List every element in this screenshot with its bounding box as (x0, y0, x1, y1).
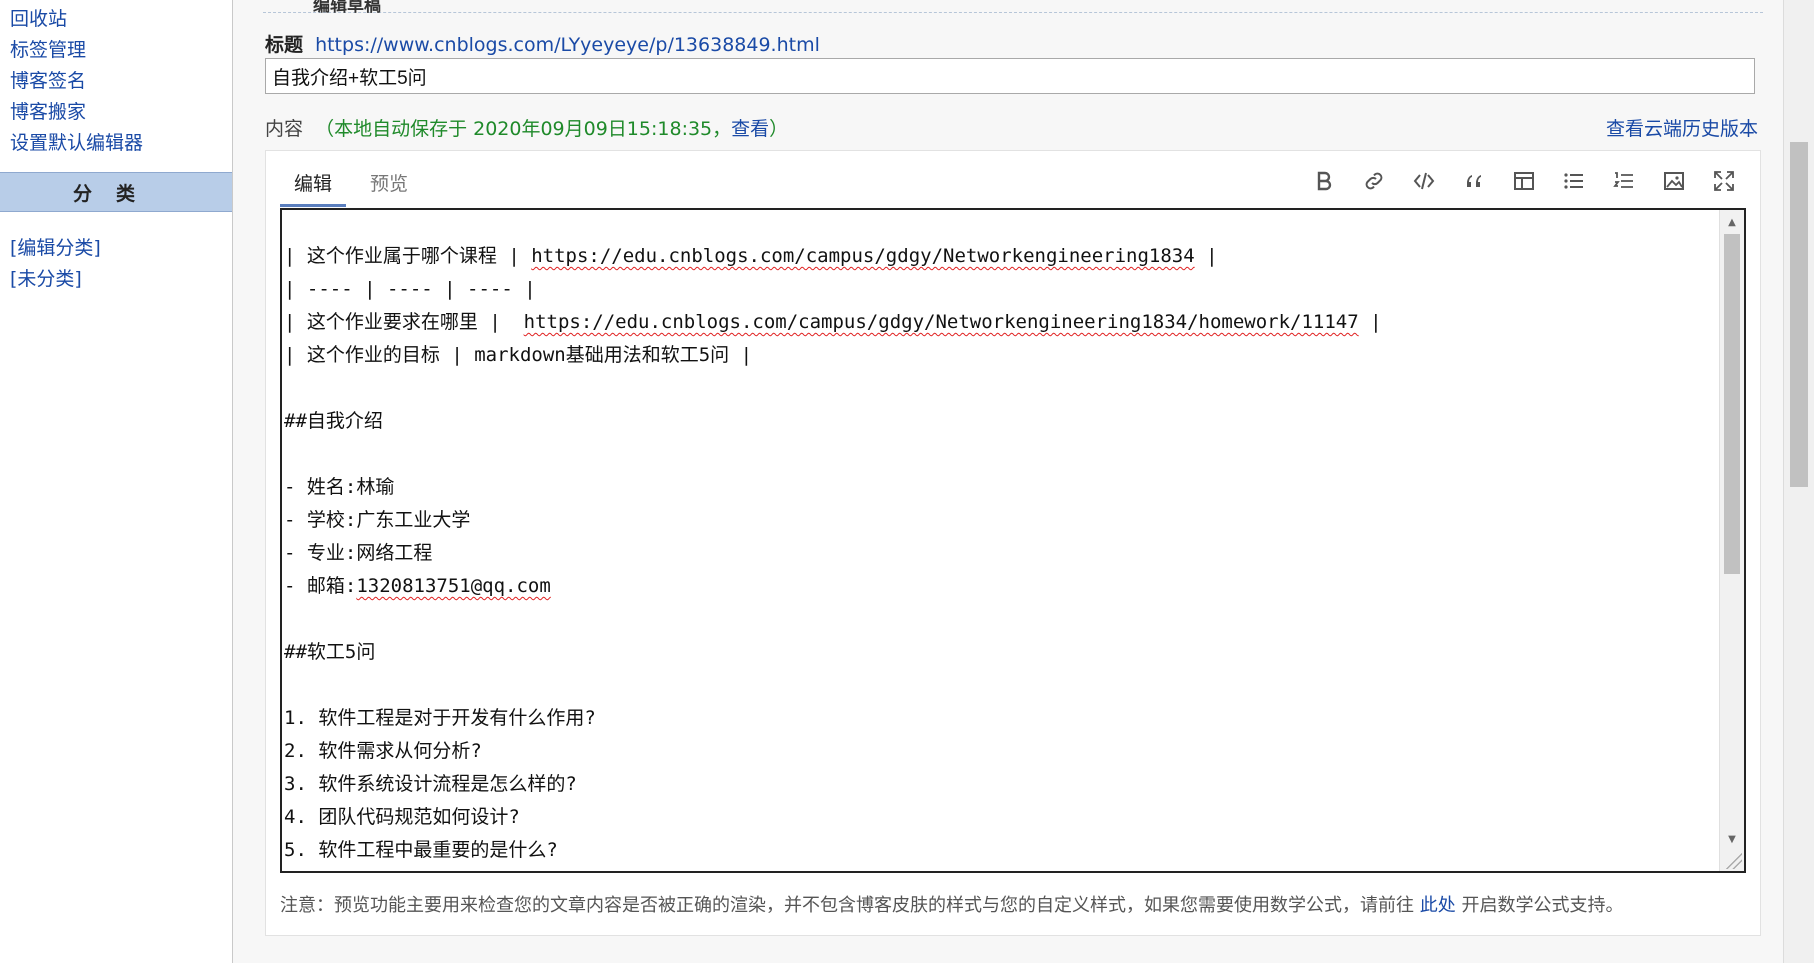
title-label: 标题 (265, 34, 304, 56)
md-line: 5. 软件工程中最重要的是什么? (284, 839, 558, 861)
md-line: - 专业:网络工程 (284, 542, 433, 564)
resize-grip-icon[interactable] (1726, 853, 1742, 869)
editor-toolbar (1310, 167, 1738, 195)
link-icon[interactable] (1360, 167, 1388, 195)
main-area: 编辑草稿 标题 https://www.cnblogs.com/LYyeyeye… (233, 0, 1784, 963)
scroll-down-icon[interactable]: ▼ (1720, 829, 1744, 849)
window-scroll-thumb[interactable] (1790, 142, 1808, 487)
title-input[interactable] (265, 58, 1755, 94)
markdown-editor: 编辑 预览 | 这个作业属于哪个课程 | https://edu.cnblogs… (265, 150, 1761, 936)
sidebar-link-recycle-bin[interactable]: 回收站 (10, 4, 67, 31)
image-icon[interactable] (1660, 167, 1688, 195)
preview-note: 注意：预览功能主要用来检查您的文章内容是否被正确的渲染，并不包含博客皮肤的样式与… (280, 891, 1623, 917)
bold-icon[interactable] (1310, 167, 1338, 195)
md-line: ##软工5问 (284, 641, 376, 663)
md-line: 2. 软件需求从何分析? (284, 740, 482, 762)
editor-scrollbar[interactable]: ▲ ▼ (1719, 210, 1744, 871)
md-line: | ---- | ---- | ---- | (284, 278, 536, 300)
bullet-list-icon[interactable] (1560, 167, 1588, 195)
markdown-textarea[interactable]: | 这个作业属于哪个课程 | https://edu.cnblogs.com/c… (280, 208, 1746, 873)
section-heading: 编辑草稿 (313, 0, 381, 16)
section-divider: 编辑草稿 (263, 0, 1763, 16)
note-suffix: 开启数学公式支持。 (1455, 895, 1624, 916)
md-line: 1. 软件工程是对于开发有什么作用? (284, 707, 596, 729)
math-settings-link[interactable]: 此处 (1420, 895, 1456, 916)
md-line: 4. 团队代码规范如何设计? (284, 806, 520, 828)
sidebar-link-tag-management[interactable]: 标签管理 (10, 35, 86, 62)
note-text: 注意：预览功能主要用来检查您的文章内容是否被正确的渲染，并不包含博客皮肤的样式与… (280, 895, 1420, 916)
md-line: ##自我介绍 (284, 410, 383, 432)
md-line (284, 669, 1718, 702)
md-line: | 这个作业要求在哪里 | https://edu.cnblogs.com/ca… (284, 311, 1382, 333)
md-line (284, 603, 1718, 636)
md-line: - 姓名:林瑜 (284, 476, 395, 498)
content-row: 内容 （本地自动保存于 2020年09月09日15:18:35，查看） (265, 114, 788, 141)
sidebar-link-default-editor[interactable]: 设置默认编辑器 (10, 128, 143, 155)
post-url-link[interactable]: https://www.cnblogs.com/LYyeyeye/p/13638… (315, 34, 820, 56)
tab-edit[interactable]: 编辑 (280, 169, 347, 207)
uncategorized-link[interactable]: [未分类] (10, 264, 82, 291)
markdown-content: | 这个作业属于哪个课程 | https://edu.cnblogs.com/c… (284, 240, 1718, 867)
title-row: 标题 https://www.cnblogs.com/LYyeyeye/p/13… (265, 30, 820, 57)
scroll-up-icon[interactable]: ▲ (1720, 212, 1744, 232)
code-icon[interactable] (1410, 167, 1438, 195)
md-line (284, 438, 1718, 471)
editor-scroll-thumb[interactable] (1724, 234, 1740, 574)
md-line: - 邮箱:1320813751@qq.com (284, 575, 551, 597)
md-line: | 这个作业的目标 | markdown基础用法和软工5问 | (284, 344, 753, 366)
cloud-history-link[interactable]: 查看云端历史版本 (1606, 114, 1758, 141)
autosave-text: （本地自动保存于 2020年09月09日15:18:35， (315, 118, 732, 140)
edit-category-link[interactable]: [编辑分类] (10, 233, 101, 260)
window-scrollbar[interactable] (1783, 0, 1814, 963)
md-line: | 这个作业属于哪个课程 | https://edu.cnblogs.com/c… (284, 245, 1218, 267)
quote-icon[interactable] (1460, 167, 1488, 195)
content-label: 内容 (265, 118, 304, 140)
sidebar: 回收站 标签管理 博客签名 博客搬家 设置默认编辑器 分类 [编辑分类] [未分… (0, 0, 233, 963)
numbered-list-icon[interactable] (1610, 167, 1638, 195)
md-line: - 学校:广东工业大学 (284, 509, 471, 531)
table-icon[interactable] (1510, 167, 1538, 195)
autosave-status: （本地自动保存于 2020年09月09日15:18:35，查看） (315, 118, 788, 140)
autosave-close: ） (769, 118, 789, 140)
autosave-view-link[interactable]: 查看 (731, 118, 769, 140)
sidebar-link-blog-migration[interactable]: 博客搬家 (10, 97, 86, 124)
sidebar-link-blog-signature[interactable]: 博客签名 (10, 66, 86, 93)
tab-preview[interactable]: 预览 (356, 169, 422, 204)
md-line: 3. 软件系统设计流程是怎么样的? (284, 773, 577, 795)
md-line (284, 372, 1718, 405)
category-header: 分类 (0, 172, 232, 212)
fullscreen-icon[interactable] (1710, 167, 1738, 195)
